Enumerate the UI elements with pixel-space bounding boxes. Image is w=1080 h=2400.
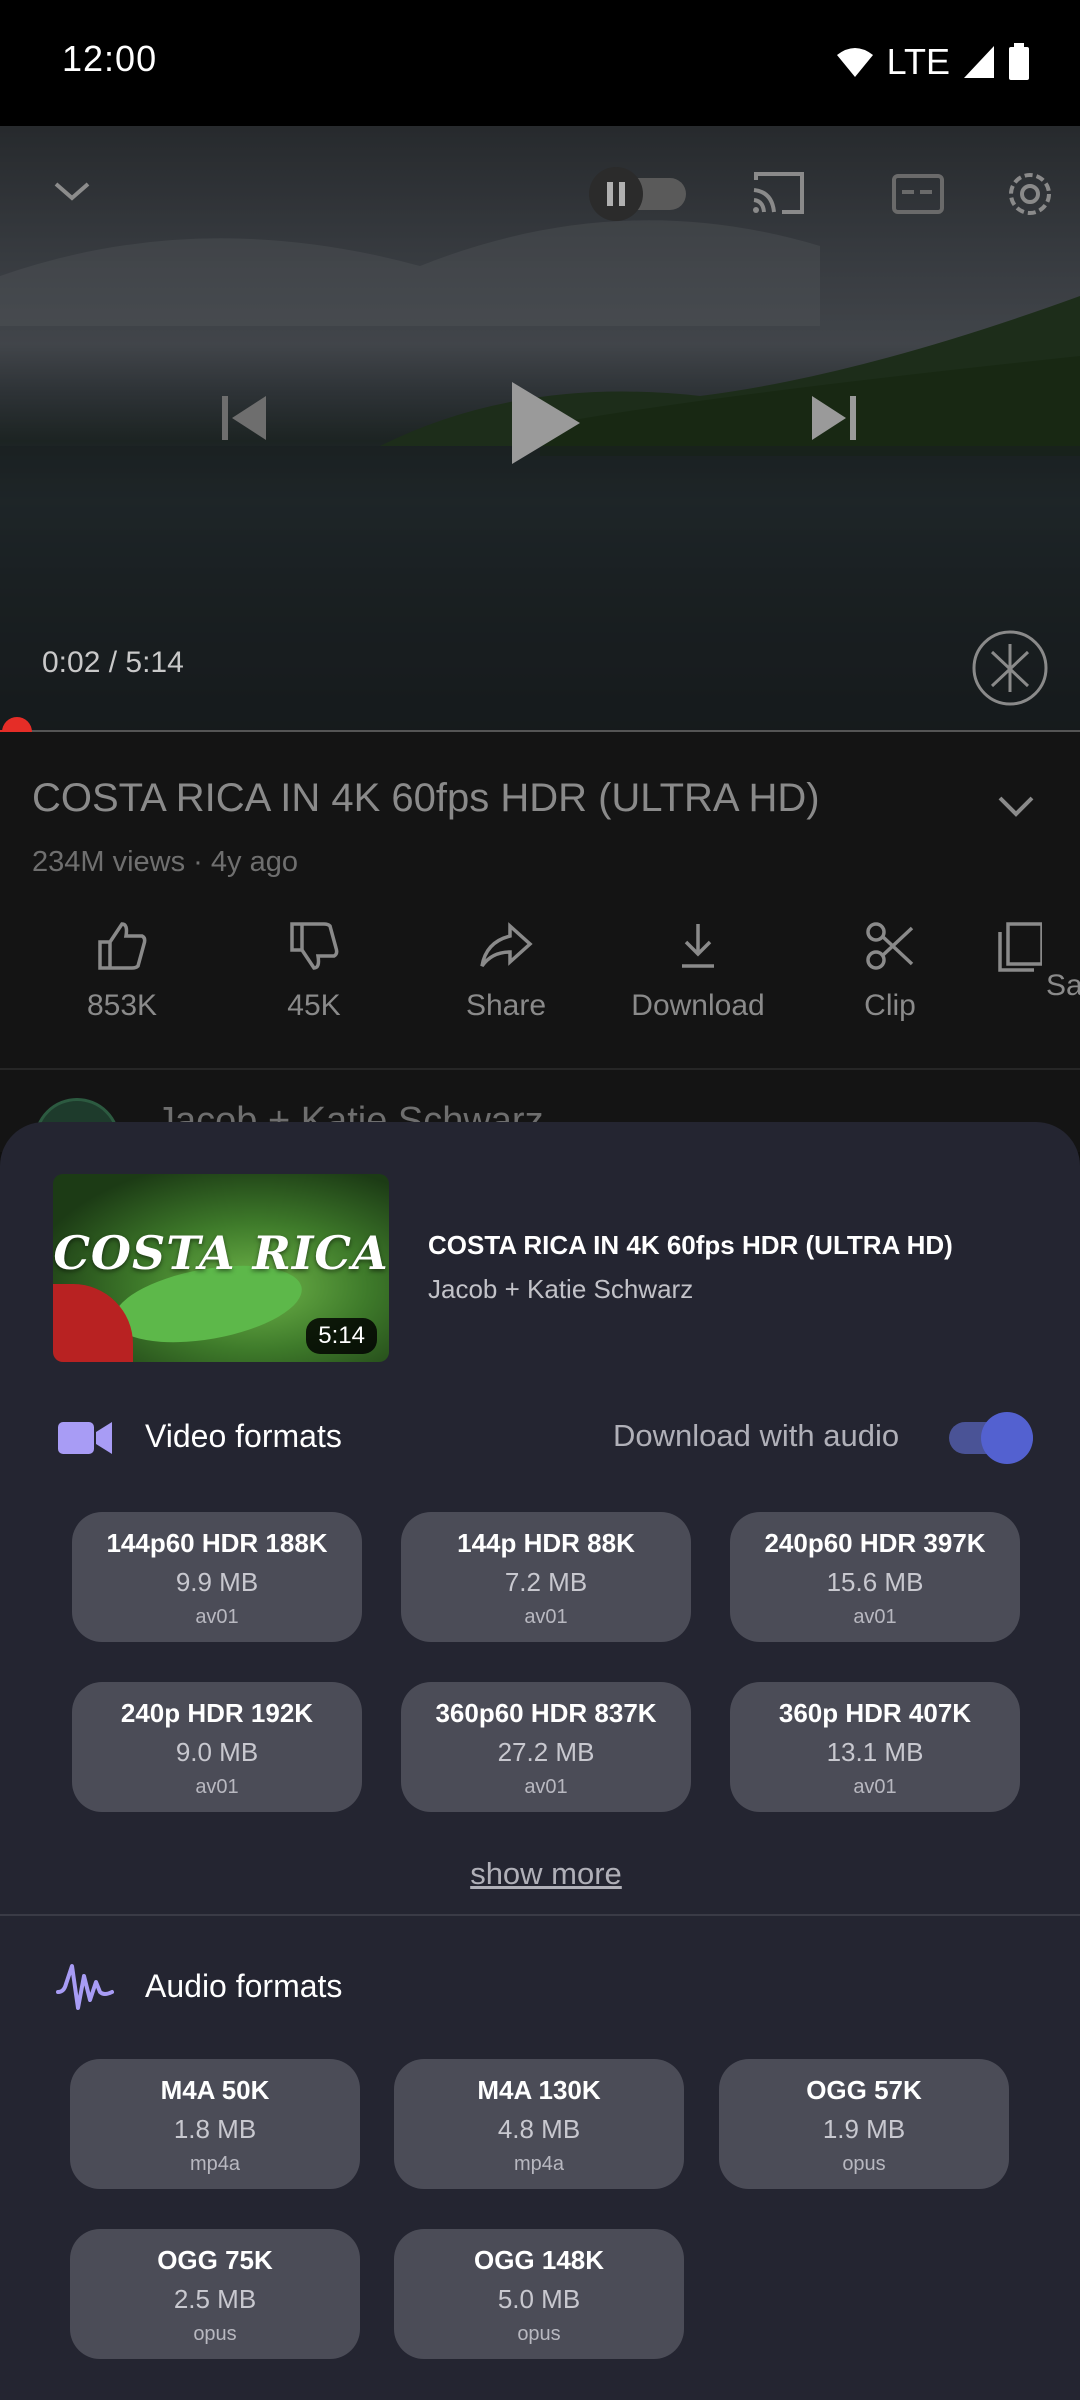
download-button[interactable]: Download xyxy=(608,920,788,1023)
download-icon xyxy=(682,924,714,968)
save-button[interactable]: Sa xyxy=(990,920,1080,1003)
dislike-button[interactable]: 45K xyxy=(224,920,404,1023)
signal-icon xyxy=(964,46,994,78)
channel-watermark-icon[interactable] xyxy=(970,628,1050,708)
video-formats-label: Video formats xyxy=(145,1418,342,1454)
cast-icon[interactable] xyxy=(750,170,806,216)
thumbnail-text: COSTA RICA xyxy=(53,1226,389,1280)
section-divider xyxy=(0,1914,1080,1916)
action-row: 853K 45K Share Download Clip Sa xyxy=(0,920,1080,1040)
audio-waveform-icon xyxy=(56,1964,114,2010)
video-player[interactable]: 0:02 / 5:14 xyxy=(0,126,1080,732)
next-icon[interactable] xyxy=(808,392,860,444)
download-with-audio-label: Download with audio xyxy=(613,1418,900,1453)
share-icon xyxy=(480,922,533,968)
video-format-chip[interactable]: 360p60 HDR 837K 27.2 MB av01 xyxy=(401,1682,691,1812)
network-label: LTE xyxy=(886,41,950,82)
audio-format-chip[interactable]: OGG 75K 2.5 MB opus xyxy=(70,2229,360,2359)
audio-format-chip[interactable]: OGG 148K 5.0 MB opus xyxy=(394,2229,684,2359)
audio-format-chip[interactable]: OGG 57K 1.9 MB opus xyxy=(719,2059,1009,2189)
audio-formats-label: Audio formats xyxy=(145,1968,343,2004)
thumbs-up-icon xyxy=(98,922,147,970)
scissors-icon xyxy=(866,922,914,970)
video-format-chip[interactable]: 240p HDR 192K 9.0 MB av01 xyxy=(72,1682,362,1812)
autoplay-toggle[interactable] xyxy=(586,166,688,222)
video-camera-icon xyxy=(58,1422,112,1454)
status-bar: 12:00 LTE xyxy=(0,0,1080,126)
wifi-icon xyxy=(836,48,873,77)
download-with-audio-toggle[interactable] xyxy=(949,1412,1033,1464)
like-button[interactable]: 853K xyxy=(32,920,212,1023)
time-readout: 0:02 / 5:14 xyxy=(42,646,184,679)
previous-icon[interactable] xyxy=(218,392,270,444)
clip-button[interactable]: Clip xyxy=(800,920,980,1023)
share-button[interactable]: Share xyxy=(416,920,596,1023)
captions-icon[interactable] xyxy=(892,174,944,214)
expand-chevron-icon[interactable] xyxy=(996,792,1036,820)
save-icon xyxy=(998,922,1044,972)
video-format-chip[interactable]: 240p60 HDR 397K 15.6 MB av01 xyxy=(730,1512,1020,1642)
audio-format-chip[interactable]: M4A 50K 1.8 MB mp4a xyxy=(70,2059,360,2189)
settings-gear-icon[interactable] xyxy=(1002,166,1058,222)
thumbs-down-icon xyxy=(290,922,339,970)
play-icon[interactable] xyxy=(508,380,582,466)
video-thumbnail: COSTA RICA 5:14 xyxy=(53,1174,389,1362)
sheet-channel-name: Jacob + Katie Schwarz xyxy=(428,1274,694,1304)
battery-icon xyxy=(1009,43,1029,80)
duration-badge: 5:14 xyxy=(306,1318,377,1354)
status-time: 12:00 xyxy=(62,38,158,79)
video-meta: 234M views · 4y ago xyxy=(32,846,298,878)
sheet-video-title: COSTA RICA IN 4K 60fps HDR (ULTRA HD) xyxy=(428,1230,953,1260)
video-format-chip[interactable]: 144p HDR 88K 7.2 MB av01 xyxy=(401,1512,691,1642)
collapse-chevron-icon[interactable] xyxy=(50,176,94,206)
audio-format-chip[interactable]: M4A 130K 4.8 MB mp4a xyxy=(394,2059,684,2189)
show-more-link[interactable]: show more xyxy=(0,1856,1080,1892)
video-format-chip[interactable]: 144p60 HDR 188K 9.9 MB av01 xyxy=(72,1512,362,1642)
video-title[interactable]: COSTA RICA IN 4K 60fps HDR (ULTRA HD) xyxy=(32,776,820,821)
video-format-chip[interactable]: 360p HDR 407K 13.1 MB av01 xyxy=(730,1682,1020,1812)
